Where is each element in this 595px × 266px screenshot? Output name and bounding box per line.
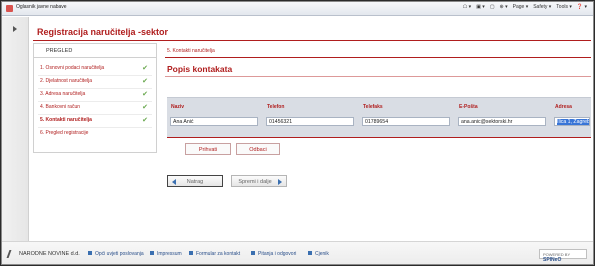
step-divider — [38, 75, 152, 76]
footer-link-impressum[interactable]: Impressum — [150, 251, 182, 257]
save-next-button[interactable]: Spremi i dalje — [231, 175, 287, 187]
step-divider — [38, 88, 152, 89]
contact-name-field[interactable]: Ana Anić — [170, 117, 258, 126]
back-button-label: Natrag — [186, 179, 204, 185]
step-divider — [38, 127, 152, 128]
accept-button[interactable]: Prihvati — [185, 143, 231, 155]
back-button[interactable]: Natrag — [167, 175, 223, 187]
step-item-5-current[interactable]: 5. Kontakti naručitelja ✔ — [40, 116, 150, 126]
bullet-icon — [150, 251, 154, 255]
page-title: Registracija naručitelja -sektor — [37, 27, 169, 37]
step-item-6[interactable]: 6. Pregled registracije — [40, 129, 150, 139]
browser-window: Oglasnik javne nabave ☖ ▾ ▣ ▾ ▢ ⊕ ▾ Page… — [1, 1, 594, 265]
table-divider — [167, 137, 591, 138]
column-header-fax: Telefaks — [363, 104, 383, 110]
column-header-name: Naziv — [171, 104, 185, 110]
help-menu-button[interactable]: ❓ ▾ — [577, 4, 587, 10]
page-footer: NARODNE NOVINE d.d. Opći uvjeti poslovan… — [2, 241, 593, 264]
footer-link-terms[interactable]: Opći uvjeti poslovanja — [88, 251, 144, 257]
footer-link-faq[interactable]: Pitanja i odgovori — [251, 251, 296, 257]
powered-by-brand: SPINeO — [543, 257, 562, 263]
check-icon: ✔ — [142, 117, 148, 124]
page-content: Registracija naručitelja -sektor PREGLED… — [2, 17, 593, 241]
footer-link-pricelist[interactable]: Cjenik — [308, 251, 329, 257]
column-header-phone: Telefon — [267, 104, 285, 110]
step-label[interactable]: 5. Kontakti naručitelja — [40, 117, 92, 123]
bullet-icon — [251, 251, 255, 255]
home-menu-button[interactable]: ☖ ▾ — [463, 4, 471, 10]
contact-address-field[interactable]: Ilica 1, Zagreb — [554, 117, 590, 126]
contacts-table: Naziv Telefon Telefaks E-Pošta Adresa An… — [167, 97, 591, 137]
feeds-menu-button[interactable]: ▣ ▾ — [476, 4, 485, 10]
steps-panel: PREGLED 1. Osnovni podaci naručitelja ✔ … — [33, 43, 157, 153]
column-header-address: Adresa — [555, 104, 572, 110]
step-label[interactable]: 2. Djelatnost naručitelja — [40, 78, 92, 84]
step-divider — [38, 114, 152, 115]
browser-tab-title[interactable]: Oglasnik javne nabave — [16, 4, 67, 10]
step-label[interactable]: 3. Adresa naručitelja — [40, 91, 85, 97]
contacts-divider — [165, 76, 591, 77]
contact-email-field[interactable]: ana.anic@sektorski.hr — [458, 117, 546, 126]
step-divider — [38, 101, 152, 102]
reject-button[interactable]: Odbaci — [236, 143, 280, 155]
check-icon: ✔ — [142, 78, 148, 85]
bullet-icon — [189, 251, 193, 255]
arrow-right-icon — [278, 179, 282, 185]
section-divider — [165, 57, 591, 58]
step-label[interactable]: 1. Osnovni podaci naručitelja — [40, 65, 104, 71]
step-item-3[interactable]: 3. Adresa naručitelja ✔ — [40, 90, 150, 100]
step-item-1[interactable]: 1. Osnovni podaci naručitelja ✔ — [40, 64, 150, 74]
tools-menu-button[interactable]: Tools ▾ — [556, 4, 572, 10]
narodne-novine-logo[interactable]: NARODNE NOVINE d.d. — [8, 250, 80, 258]
step-item-2[interactable]: 2. Djelatnost naručitelja ✔ — [40, 77, 150, 87]
column-header-email: E-Pošta — [459, 104, 478, 110]
safety-menu-button[interactable]: Safety ▾ — [533, 4, 551, 10]
check-icon: ✔ — [142, 104, 148, 111]
footer-link-contact-form[interactable]: Formular za kontakt — [189, 251, 240, 257]
bullet-icon — [88, 251, 92, 255]
browser-tools: ☖ ▾ ▣ ▾ ▢ ⊕ ▾ Page ▾ Safety ▾ Tools ▾ ❓ … — [463, 4, 587, 10]
footer-link-label[interactable]: Opći uvjeti poslovanja — [95, 251, 144, 257]
title-divider — [33, 40, 591, 41]
contacts-heading: Popis kontakata — [167, 64, 233, 74]
page-menu-button[interactable]: Page ▾ — [513, 4, 529, 10]
check-icon: ✔ — [142, 91, 148, 98]
print-menu-button[interactable]: ⊕ ▾ — [500, 4, 508, 10]
save-next-button-label: Spremi i dalje — [238, 179, 272, 185]
step-label[interactable]: 4. Bankovni račun — [40, 104, 80, 110]
step-item-4[interactable]: 4. Bankovni račun ✔ — [40, 103, 150, 113]
contact-fax-field[interactable]: 01789654 — [362, 117, 450, 126]
footer-link-label[interactable]: Impressum — [157, 251, 182, 257]
browser-toolbar: Oglasnik javne nabave ☖ ▾ ▣ ▾ ▢ ⊕ ▾ Page… — [2, 2, 593, 16]
step-label[interactable]: 6. Pregled registracije — [40, 130, 88, 136]
contact-phone-field[interactable]: 01456321 — [266, 117, 354, 126]
side-panel-toggle[interactable] — [2, 17, 29, 241]
address-selected-text: Ilica 1, Zagreb — [557, 119, 590, 125]
powered-by-badge[interactable]: POWERED BY SPINeO — [539, 249, 587, 263]
bullet-icon — [308, 251, 312, 255]
footer-link-label[interactable]: Formular za kontakt — [196, 251, 240, 257]
footer-link-label[interactable]: Pitanja i odgovori — [258, 251, 296, 257]
read-mail-button[interactable]: ▢ — [490, 4, 495, 10]
logo-icon — [8, 250, 17, 258]
check-icon: ✔ — [142, 65, 148, 72]
steps-header: PREGLED — [34, 44, 156, 58]
expand-arrow-icon[interactable] — [13, 26, 17, 32]
section-subtitle: 5. Kontakti naručitelja — [167, 48, 215, 54]
logo-text: NARODNE NOVINE d.d. — [19, 251, 80, 257]
footer-link-label[interactable]: Cjenik — [315, 251, 329, 257]
favicon-icon — [6, 5, 13, 12]
